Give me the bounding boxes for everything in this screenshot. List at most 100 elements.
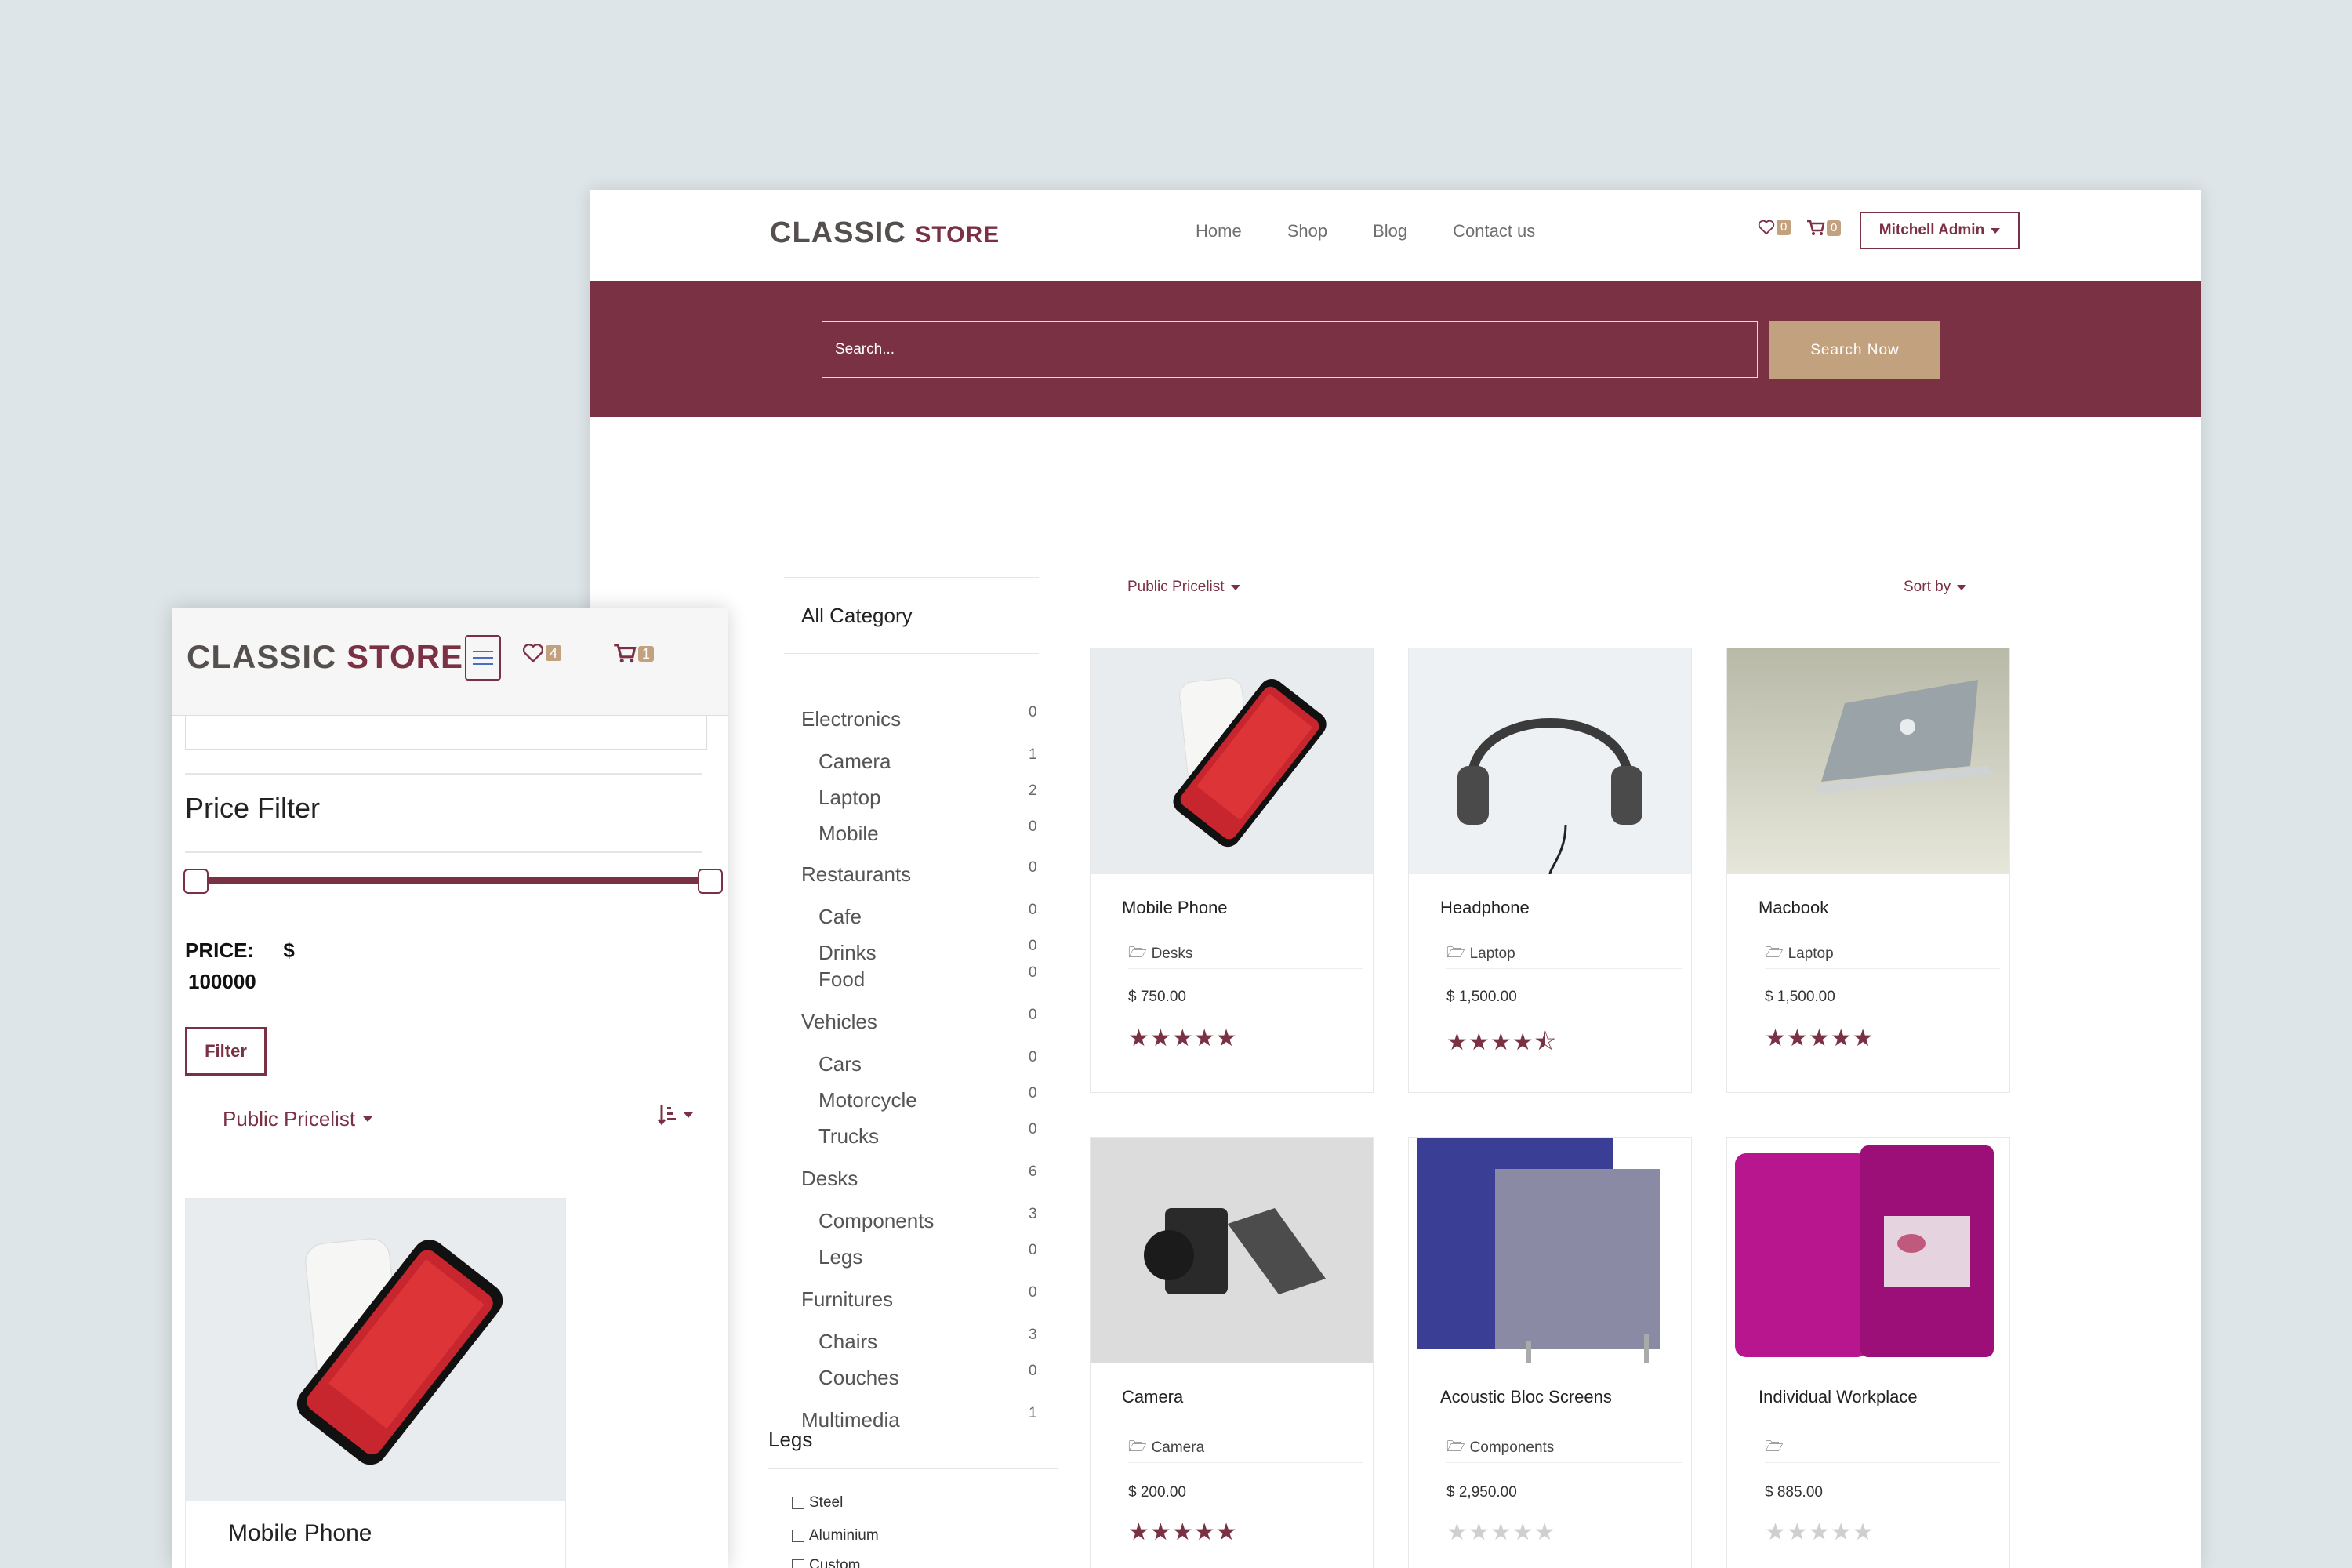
product-name[interactable]: Camera: [1122, 1387, 1183, 1407]
divider: [185, 773, 702, 775]
heart-icon: [1758, 220, 1775, 235]
product-name[interactable]: Headphone: [1440, 898, 1530, 918]
checkbox-icon[interactable]: [792, 1497, 804, 1509]
product-name[interactable]: Individual Workplace: [1759, 1387, 1918, 1407]
star-icon: ★: [1852, 1025, 1875, 1051]
product-category-label: Laptop: [1469, 946, 1515, 962]
store-logo[interactable]: CLASSIC STORE: [187, 638, 463, 676]
price-slider-min-handle[interactable]: [183, 869, 209, 894]
product-name[interactable]: Macbook: [1759, 898, 1828, 918]
cart-link[interactable]: 0: [1806, 220, 1842, 237]
category-name[interactable]: Components: [818, 1209, 934, 1233]
product-name[interactable]: Mobile Phone: [1122, 898, 1228, 918]
category-name[interactable]: Desks: [801, 1167, 858, 1191]
wishlist-link[interactable]: 4: [522, 643, 562, 663]
legs-option-custom[interactable]: Custom: [792, 1557, 860, 1568]
category-name[interactable]: Mobile: [818, 822, 879, 846]
currency-symbol: $: [283, 938, 295, 962]
product-image-acoustic-screens[interactable]: [1409, 1138, 1691, 1363]
cart-badge: 1: [638, 646, 655, 662]
category-count: 0: [1029, 938, 1037, 954]
logo-word-store: STORE: [347, 638, 463, 675]
category-name[interactable]: Chairs: [818, 1330, 877, 1354]
price-slider-max-handle[interactable]: [698, 869, 723, 894]
nav-contact[interactable]: Contact us: [1453, 221, 1535, 241]
product-image-headphone[interactable]: [1409, 648, 1691, 874]
category-select[interactable]: [185, 715, 707, 750]
menu-toggle-button[interactable]: [465, 635, 501, 681]
category-name[interactable]: Food: [818, 967, 865, 992]
product-card[interactable]: Macbook 🗁 Laptop $ 1,500.00 ★★★★★: [1726, 648, 2010, 1093]
star-icon: ★: [1468, 1519, 1490, 1545]
category-name[interactable]: Vehicles: [801, 1010, 877, 1034]
store-logo[interactable]: CLASSIC STORE: [770, 216, 1000, 250]
nav-blog[interactable]: Blog: [1373, 221, 1407, 241]
product-name[interactable]: Mobile Phone: [228, 1520, 372, 1547]
category-name[interactable]: Legs: [818, 1245, 862, 1269]
pricelist-dropdown[interactable]: Public Pricelist: [1127, 579, 1240, 596]
product-image-mobile-phone[interactable]: [1091, 648, 1373, 874]
filter-button[interactable]: Filter: [185, 1027, 267, 1076]
category-count: 0: [1029, 1049, 1037, 1065]
category-count: 3: [1029, 1206, 1037, 1222]
category-count: 0: [1029, 704, 1037, 720]
rating-stars: ★★★★★: [1128, 1519, 1238, 1546]
category-name[interactable]: Restaurants: [801, 862, 911, 887]
legs-option-aluminium[interactable]: Aluminium: [792, 1527, 879, 1544]
product-card[interactable]: Individual Workplace 🗁 $ 885.00 ★★★★★: [1726, 1137, 2010, 1568]
star-icon: ★: [1786, 1519, 1809, 1545]
sort-dropdown[interactable]: Sort by: [1904, 579, 1967, 596]
product-card[interactable]: Camera 🗁 Camera $ 200.00 ★★★★★: [1090, 1137, 1374, 1568]
star-icon: ★: [1149, 1519, 1172, 1545]
category-name[interactable]: Camera: [818, 750, 891, 774]
legs-filter-title: Legs: [768, 1410, 1058, 1469]
category-name[interactable]: Laptop: [818, 786, 881, 810]
category-count: 0: [1029, 1242, 1037, 1258]
product-image-mobile-phone[interactable]: [186, 1199, 565, 1501]
cart-badge: 0: [1827, 220, 1842, 236]
search-input[interactable]: Search...: [822, 321, 1758, 378]
sort-dropdown[interactable]: [657, 1104, 693, 1126]
star-icon: ★: [1171, 1519, 1194, 1545]
product-category: 🗁 Desks: [1128, 942, 1192, 967]
product-image-individual-workplace[interactable]: [1727, 1138, 2009, 1363]
product-card[interactable]: Mobile Phone 🗁 Desks $ 750.00 ★★★★★: [1090, 648, 1374, 1093]
user-menu-button[interactable]: Mitchell Admin: [1860, 212, 2020, 249]
category-name[interactable]: Couches: [818, 1366, 899, 1390]
category-name[interactable]: Trucks: [818, 1124, 879, 1149]
legs-option-label: Aluminium: [809, 1527, 879, 1544]
star-icon: ★: [1786, 1025, 1809, 1051]
category-name[interactable]: Cars: [818, 1052, 862, 1076]
pricelist-dropdown[interactable]: Public Pricelist: [223, 1107, 373, 1131]
rating-stars: ★★★★★: [1765, 1025, 1875, 1052]
category-name[interactable]: Cafe: [818, 905, 862, 929]
checkbox-icon[interactable]: [792, 1530, 804, 1542]
category-name[interactable]: Motorcycle: [818, 1088, 917, 1112]
folder-icon: 🗁: [1128, 1439, 1147, 1455]
checkbox-icon[interactable]: [792, 1559, 804, 1568]
nav-shop[interactable]: Shop: [1287, 221, 1327, 241]
product-name[interactable]: Acoustic Bloc Screens: [1440, 1387, 1612, 1407]
logo-word-classic: CLASSIC: [187, 638, 337, 675]
hamburger-line: [473, 651, 493, 652]
product-image-camera[interactable]: [1091, 1138, 1373, 1363]
category-name[interactable]: Furnitures: [801, 1287, 893, 1312]
nav-home[interactable]: Home: [1196, 221, 1242, 241]
cart-link[interactable]: 1: [613, 643, 655, 665]
legs-option-steel[interactable]: Steel: [792, 1494, 843, 1512]
star-icon: ★: [1765, 1519, 1787, 1545]
search-now-button[interactable]: Search Now: [1769, 321, 1940, 379]
price-slider-track[interactable]: [191, 877, 704, 884]
desktop-window: CLASSIC STORE Home Shop Blog Contact us …: [590, 190, 2201, 1568]
folder-icon: 🗁: [1765, 1439, 1784, 1455]
category-name[interactable]: Electronics: [801, 707, 901, 731]
product-card[interactable]: Acoustic Bloc Screens 🗁 Components $ 2,95…: [1408, 1137, 1692, 1568]
category-name[interactable]: Drinks: [818, 941, 877, 965]
product-price: $ 885.00: [1765, 1484, 1823, 1501]
product-card[interactable]: Headphone 🗁 Laptop $ 1,500.00 ★★★★⯪: [1408, 648, 1692, 1093]
wishlist-link[interactable]: 0: [1758, 220, 1791, 235]
product-image-macbook[interactable]: [1727, 648, 2009, 874]
price-readout: PRICE: $ 100000: [185, 935, 295, 997]
cart-icon: [1807, 220, 1825, 235]
product-card[interactable]: Mobile Phone: [185, 1198, 566, 1568]
